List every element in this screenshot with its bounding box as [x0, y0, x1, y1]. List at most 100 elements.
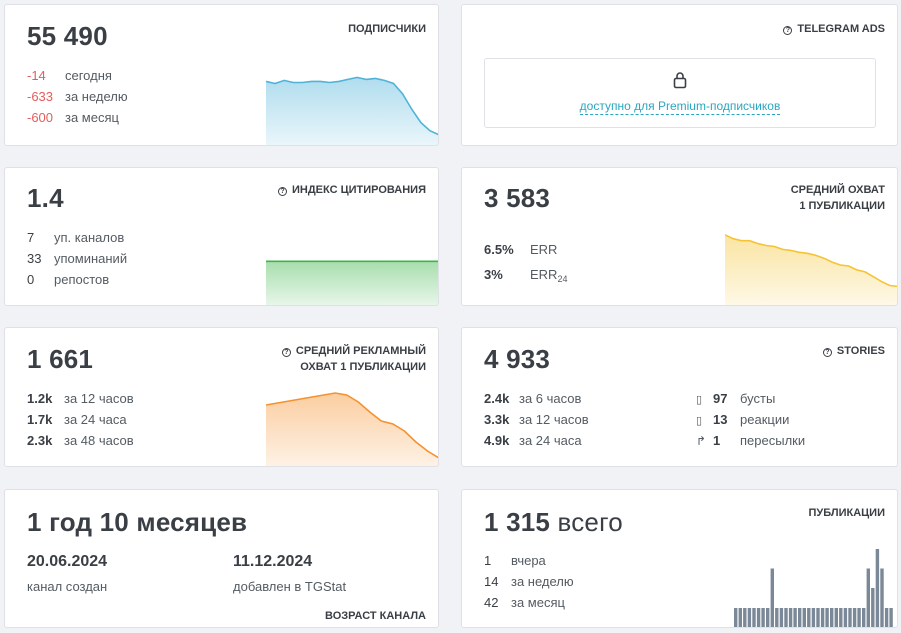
added-date: 11.12.2024 — [233, 553, 313, 570]
channel-age-card[interactable]: 1 год 10 месяцев 20.06.2024 канал создан… — [4, 489, 439, 628]
bar — [793, 608, 797, 627]
stories-stats: 2.4k за 6 часов 3.3k за 12 часов 4.9k за 24… — [484, 388, 589, 451]
added-text: добавлен в TGStat — [233, 579, 347, 594]
ad-reach-value: 1 661 — [27, 344, 94, 374]
bar — [738, 608, 742, 627]
subscribers-sparkline — [266, 76, 438, 145]
ad-reach-stats: 1.2k за 12 часов 1.7k за 24 часа 2.3k за 48… — [27, 388, 134, 451]
citation-sparkline — [266, 260, 438, 305]
bar — [848, 608, 852, 627]
created-date: 20.06.2024 — [27, 553, 108, 570]
stat-row: 33 упоминаний — [27, 251, 128, 266]
bar — [752, 608, 756, 627]
share-icon: ↱ — [696, 434, 707, 448]
citation-stats: 7 уп. каналов 33 упоминаний 0 репостов — [27, 227, 127, 290]
bar — [807, 608, 811, 627]
stat-row: -633 за неделю — [27, 89, 128, 104]
posts-card[interactable]: 1 315 всего ПУБЛИКАЦИИ 1 вчера 14 за недел… — [461, 489, 898, 628]
bar — [843, 608, 848, 627]
stories-card[interactable]: 4 933 ? STORIES 2.4k за 6 часов 3.3k за 12 … — [461, 327, 898, 467]
stat-row: ↱ 1 пересылки — [696, 430, 805, 451]
stories-label: ? STORIES — [822, 343, 885, 359]
bar — [825, 608, 829, 627]
stat-row: 3.3k за 12 часов — [484, 412, 589, 427]
lock-icon — [673, 72, 687, 89]
subscribers-count: 55 490 — [27, 21, 108, 51]
info-icon: ? — [783, 26, 793, 35]
bar — [811, 608, 816, 627]
stories-value: 4 933 — [484, 344, 551, 374]
stat-row: 1 вчера — [484, 553, 546, 568]
bar — [798, 608, 802, 627]
average-reach-card[interactable]: 3 583 СРЕДНИЙ ОХВАТ 1 ПУБЛИКАЦИИ 6.5% ERR … — [461, 167, 898, 306]
subscribers-stats: -14 сегодня -633 за неделю -600 за месяц — [27, 65, 128, 128]
bar — [830, 608, 834, 627]
bar — [880, 568, 884, 627]
stat-row: 2.3k за 48 часов — [27, 433, 134, 448]
created-text: канал создан — [27, 579, 108, 594]
bar — [747, 608, 752, 627]
stat-row: 42 за месяц — [484, 595, 565, 610]
citation-label: ? ИНДЕКС ЦИТИРОВАНИЯ — [277, 182, 426, 198]
stories-extra: ▯ 97 бусты ▯ 13 реакции ↱ 1 пересылки — [696, 388, 805, 451]
average-reach-label: СРЕДНИЙ ОХВАТ 1 ПУБЛИКАЦИИ — [790, 184, 885, 212]
ad-reach-sparkline — [266, 392, 438, 466]
stat-row: ▯ 13 реакции — [696, 409, 805, 430]
bar — [734, 608, 738, 627]
bar — [820, 608, 825, 627]
info-icon: ? — [281, 348, 291, 357]
stat-row: 7 уп. каналов — [27, 230, 125, 245]
premium-lock-box[interactable]: доступно для Premium-подписчиков — [484, 58, 876, 128]
stat-row: 2.4k за 6 часов — [484, 391, 582, 406]
area-fill — [266, 393, 438, 466]
area-fill — [266, 261, 438, 305]
citation-index-value: 1.4 — [27, 183, 64, 213]
stat-row: ▯ 97 бусты — [696, 388, 805, 409]
stat-row: 1.2k за 12 часов — [27, 391, 134, 406]
stat-row: 0 репостов — [27, 272, 110, 287]
channel-age-value: 1 год 10 месяцев — [27, 507, 248, 537]
bar — [816, 608, 820, 627]
premium-link[interactable]: доступно для Premium-подписчиков — [485, 99, 875, 115]
stat-row: 1.7k за 24 часа — [27, 412, 127, 427]
bar — [871, 588, 875, 627]
bar — [884, 608, 889, 627]
subscribers-label: ПОДПИСЧИКИ — [348, 23, 426, 35]
reaction-icon: ▯ — [696, 415, 703, 427]
bar — [875, 549, 880, 627]
bar — [770, 568, 774, 627]
stat-row: 14 за неделю — [484, 574, 574, 589]
posts-stats: 1 вчера 14 за неделю 42 за месяц — [484, 550, 574, 613]
stat-row: 3% ERR24 — [484, 267, 568, 284]
average-reach-value: 3 583 — [484, 183, 551, 213]
bar — [743, 608, 747, 627]
bar — [788, 608, 793, 627]
posts-bar-chart — [734, 549, 893, 627]
bar — [889, 608, 893, 627]
bar — [779, 608, 784, 627]
err-stats: 6.5% ERR 3% ERR24 — [484, 237, 567, 287]
stat-row: 6.5% ERR — [484, 242, 558, 257]
bar — [766, 608, 770, 627]
bar — [756, 608, 761, 627]
bar — [784, 608, 788, 627]
telegram-ads-card[interactable]: ? TELEGRAM ADS доступно для Premium-подпи… — [461, 4, 898, 146]
average-reach-sparkline — [725, 234, 897, 305]
ad-reach-card[interactable]: 1 661 ? СРЕДНИЙ РЕКЛАМНЫЙ ОХВАТ 1 ПУБЛИКАЦ… — [4, 327, 439, 467]
channel-age-label: ВОЗРАСТ КАНАЛА — [325, 610, 426, 622]
bar — [775, 608, 779, 627]
bar — [834, 608, 838, 627]
citation-card[interactable]: 1.4 ? ИНДЕКС ЦИТИРОВАНИЯ 7 уп. каналов 33 у… — [4, 167, 439, 306]
telegram-ads-label: ? TELEGRAM ADS — [783, 21, 885, 37]
bar — [852, 608, 857, 627]
info-icon: ? — [822, 348, 832, 357]
area-fill — [725, 234, 897, 305]
subscribers-card[interactable]: 55 490 ПОДПИСЧИКИ -14 сегодня -633 за неде… — [4, 4, 439, 146]
ad-reach-label: ? СРЕДНИЙ РЕКЛАМНЫЙ ОХВАТ 1 ПУБЛИКАЦИИ — [281, 343, 426, 375]
bar — [857, 608, 861, 627]
stat-row: -600 за месяц — [27, 110, 119, 125]
boost-icon: ▯ — [696, 394, 703, 406]
stat-row: -14 сегодня — [27, 68, 112, 83]
info-icon: ? — [277, 187, 287, 196]
bar — [839, 608, 843, 627]
